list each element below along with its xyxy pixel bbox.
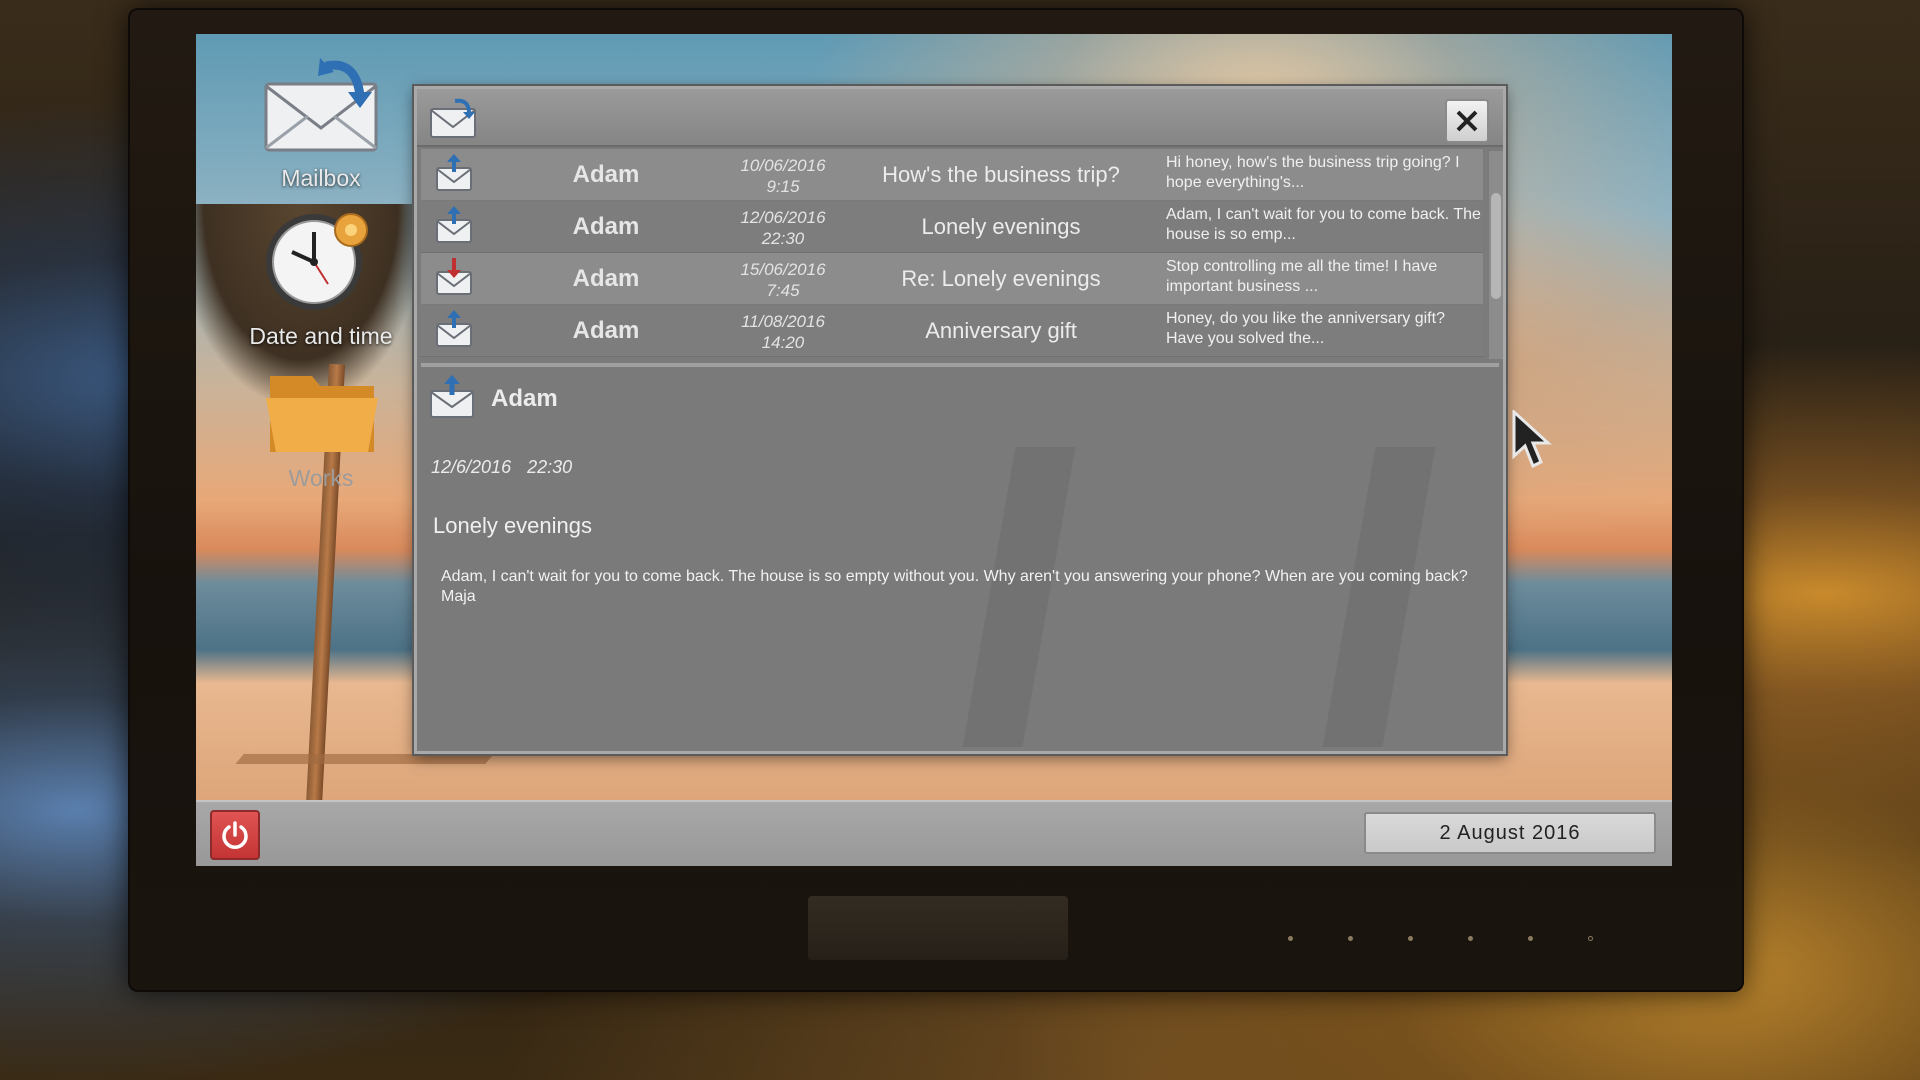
message-date: 12/06/2016 22:30 <box>740 208 826 248</box>
taskbar-date: 2 August 2016 <box>1364 812 1656 854</box>
mail-window-titlebar[interactable] <box>417 89 1503 147</box>
scrollbar-thumb[interactable] <box>1491 193 1501 299</box>
desktop-icon-label: Works <box>288 465 354 491</box>
monitor-button <box>1468 936 1473 941</box>
message-preview: Adam, I can't wait for you to come back.… <box>1166 206 1481 243</box>
message-row[interactable]: Adam 11/08/2016 14:20 Anniversary gift H… <box>421 305 1483 357</box>
close-button[interactable] <box>1445 99 1489 143</box>
detail-sender: Adam <box>491 385 558 412</box>
clock-icon <box>266 213 368 310</box>
message-preview: Stop controlling me all the time! I have… <box>1166 258 1438 295</box>
message-preview: Hi honey, how's the business trip going?… <box>1166 154 1460 191</box>
message-preview: Honey, do you like the anniversary gift?… <box>1166 310 1445 347</box>
mailbox-icon <box>264 58 378 152</box>
desktop-icon-date-time[interactable]: Date and time <box>246 206 396 350</box>
desktop-screen: Mailbox Date and time Works Adam 10/06/2… <box>196 34 1672 866</box>
power-button[interactable] <box>210 810 260 860</box>
taskbar: 2 August 2016 <box>196 800 1672 866</box>
monitor-button <box>1348 936 1353 941</box>
message-date: 11/08/2016 14:20 <box>741 312 825 352</box>
desktop-icon-mailbox[interactable]: Mailbox <box>246 56 396 192</box>
message-detail-pane: Adam 12/6/2016 22:30 Lonely evenings Adam… <box>421 367 1499 747</box>
monitor-button <box>1528 936 1533 941</box>
message-subject: Anniversary gift <box>925 318 1077 343</box>
monitor-button <box>1408 936 1413 941</box>
message-sender: Adam <box>572 317 640 344</box>
message-sender: Adam <box>572 213 640 240</box>
message-row[interactable]: Adam 10/06/2016 9:15 How's the business … <box>421 149 1483 201</box>
message-subject: Lonely evenings <box>921 214 1081 239</box>
outgoing-mail-icon <box>436 258 472 295</box>
mail-window: Adam 10/06/2016 9:15 How's the business … <box>414 86 1506 754</box>
close-icon <box>1456 110 1478 132</box>
message-date: 15/06/2016 7:45 <box>740 260 826 300</box>
desktop-icon-works[interactable]: Works <box>246 366 396 492</box>
desktop-icon-label: Date and time <box>249 323 393 349</box>
detail-date: 12/6/2016 22:30 <box>431 457 573 477</box>
power-icon <box>222 821 248 849</box>
incoming-mail-icon <box>436 154 472 191</box>
folder-icon <box>266 376 378 452</box>
incoming-mail-icon <box>436 206 472 243</box>
message-date: 10/06/2016 9:15 <box>740 156 826 196</box>
monitor-brand-plate <box>808 896 1068 960</box>
detail-subject: Lonely evenings <box>433 513 593 538</box>
message-row[interactable]: Adam 15/06/2016 7:45 Re: Lonely evenings… <box>421 253 1483 305</box>
message-row[interactable]: Adam 12/06/2016 22:30 Lonely evenings Ad… <box>421 201 1483 253</box>
detail-body: Adam, I can't wait for you to come back.… <box>441 568 1468 605</box>
incoming-mail-icon <box>430 375 474 418</box>
mouse-cursor-icon <box>1512 410 1552 469</box>
mailbox-icon <box>430 98 476 138</box>
monitor-power-light <box>1588 936 1593 941</box>
monitor-button <box>1288 936 1293 941</box>
message-list: Adam 10/06/2016 9:15 How's the business … <box>421 149 1483 361</box>
message-sender: Adam <box>572 265 640 292</box>
incoming-mail-icon <box>436 310 472 347</box>
message-subject: Re: Lonely evenings <box>901 266 1101 291</box>
message-subject: How's the business trip? <box>882 162 1120 187</box>
desktop-icon-label: Mailbox <box>281 165 361 191</box>
message-sender: Adam <box>572 161 640 188</box>
